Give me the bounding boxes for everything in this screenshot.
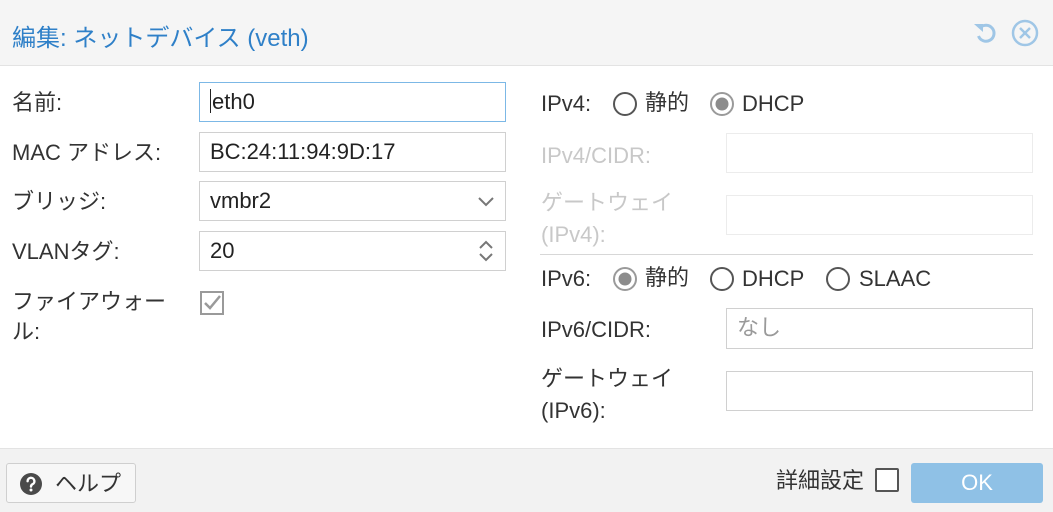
name-input[interactable]: eth0 [199,82,506,122]
ipv4-cidr-input[interactable] [726,133,1033,173]
ipv4-cidr-label: IPv4/CIDR: [541,143,652,168]
dialog-title: 編集: ネットデバイス (veth) [12,25,309,52]
bridge-label: ブリッジ: [12,189,107,214]
dialog-footer: ヘルプ 詳細設定 OK [0,448,1053,512]
help-icon [19,472,43,496]
close-icon [1011,19,1039,47]
ipv6-gateway-input[interactable] [726,371,1033,411]
mac-input-value: BC:24:11:94:9D:17 [210,139,396,164]
ipv4-gateway-input[interactable] [726,195,1033,235]
ipv4-static-label: 静的 [645,90,690,115]
ipv6-slaac-radio[interactable] [825,266,851,292]
vlan-input[interactable]: 20 [199,231,506,271]
ipv6-slaac-label: SLAAC [859,266,932,291]
vlan-input-value: 20 [210,238,235,263]
reset-button[interactable] [971,19,999,47]
ipv6-label: IPv6: [541,266,592,291]
ipv6-cidr-label: IPv6/CIDR: [541,317,652,342]
ipv6-dhcp-label: DHCP [742,266,805,291]
section-divider [540,254,1033,255]
ipv4-dhcp-label: DHCP [742,91,805,116]
dialog-header: 編集: ネットデバイス (veth) [0,0,1053,66]
firewall-checkbox[interactable] [199,290,225,316]
reset-icon [974,23,996,43]
ipv4-dhcp-radio[interactable] [709,91,735,117]
ipv6-gateway-label-line2: (IPv6): [541,398,606,423]
firewall-label-line1: ファイアウォー [12,289,167,314]
ipv4-static-radio[interactable] [612,91,638,117]
advanced-label: 詳細設定 [776,468,865,493]
name-label: 名前: [12,90,63,115]
bridge-select[interactable]: vmbr2 [199,181,506,221]
ipv4-label: IPv4: [541,91,592,116]
ipv6-gateway-label-line1: ゲートウェイ [541,366,674,391]
text-cursor [210,89,211,114]
ipv4-gateway-label-line2: (IPv4): [541,222,606,247]
ipv6-cidr-input[interactable]: なし [726,308,1033,349]
ipv6-static-radio[interactable] [612,266,638,292]
bridge-select-value: vmbr2 [210,188,272,213]
mac-label: MAC アドレス: [12,140,162,165]
close-button[interactable] [1011,19,1039,47]
chevron-down-icon[interactable] [475,190,497,212]
checkbox-checked-icon [200,291,224,315]
ipv6-cidr-placeholder: なし [737,315,782,340]
advanced-checkbox[interactable] [875,468,899,492]
help-button-label: ヘルプ [55,471,122,496]
ok-button[interactable]: OK [911,463,1043,503]
firewall-label-line2: ル: [12,319,41,344]
spinner-icon[interactable] [475,238,497,264]
mac-input[interactable]: BC:24:11:94:9D:17 [199,132,506,172]
help-button[interactable]: ヘルプ [6,463,136,503]
ipv4-gateway-label-line1: ゲートウェイ [541,190,674,215]
ipv6-static-label: 静的 [645,265,690,290]
ipv6-dhcp-radio[interactable] [709,266,735,292]
name-input-value: eth0 [212,89,255,114]
vlan-label: VLANタグ: [12,239,120,264]
